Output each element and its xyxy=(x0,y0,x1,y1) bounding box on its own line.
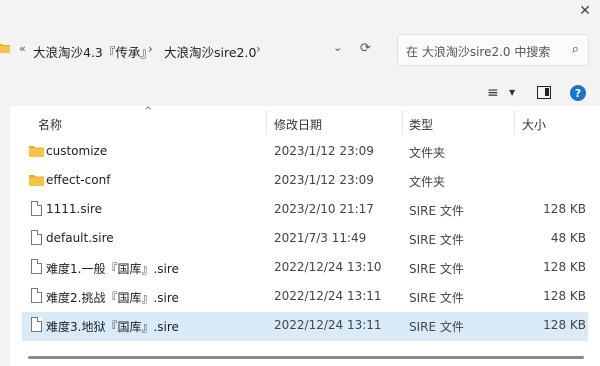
file-name: 难度3.地狱『国库』.sire xyxy=(46,320,179,334)
file-size: 128 KB xyxy=(543,318,586,332)
file-name: default.sire xyxy=(46,231,114,245)
column-header-name[interactable]: 名称 xyxy=(38,116,62,133)
file-size: 128 KB xyxy=(543,202,586,216)
address-dropdown-icon[interactable]: ⌄ xyxy=(333,41,342,54)
table-row[interactable]: 难度3.地狱『国库』.sire 2022/12/24 13:11 SIRE 文件 12… xyxy=(22,312,588,341)
file-modified-date: 2023/1/12 23:09 xyxy=(274,173,374,187)
file-size: 128 KB xyxy=(543,260,586,274)
breadcrumb-separator-icon[interactable]: › xyxy=(256,42,261,56)
help-icon[interactable]: ? xyxy=(570,85,586,101)
table-row[interactable]: effect-conf 2023/1/12 23:09 文件夹 xyxy=(22,167,588,196)
column-divider[interactable] xyxy=(514,110,515,134)
file-name: 1111.sire xyxy=(46,202,102,216)
table-row[interactable]: default.sire 2021/7/3 11:49 SIRE 文件 48 KB xyxy=(22,225,588,254)
file-size: 128 KB xyxy=(543,289,586,303)
file-type: SIRE 文件 xyxy=(409,291,464,305)
column-header-date[interactable]: 修改日期 xyxy=(274,116,322,133)
file-name: customize xyxy=(46,144,108,158)
breadcrumb-overflow-icon[interactable]: « xyxy=(19,42,26,55)
file-name: effect-conf xyxy=(46,173,111,187)
folder-icon xyxy=(29,175,44,186)
view-options-icon[interactable]: ≡ xyxy=(487,85,499,101)
file-modified-date: 2023/2/10 21:17 xyxy=(274,202,374,216)
file-name: 难度1.一般『国库』.sire xyxy=(46,262,179,276)
close-icon: ✕ xyxy=(579,3,591,19)
file-name: 难度2.挑战『国库』.sire xyxy=(46,291,179,305)
file-type: SIRE 文件 xyxy=(409,320,464,334)
file-icon xyxy=(31,259,42,274)
folder-icon xyxy=(0,44,10,53)
file-type: SIRE 文件 xyxy=(409,204,464,218)
table-row[interactable]: 难度2.挑战『国库』.sire 2022/12/24 13:11 SIRE 文件 12… xyxy=(22,283,588,312)
column-divider[interactable] xyxy=(266,110,267,134)
file-type: SIRE 文件 xyxy=(409,233,464,247)
breadcrumb-item-current[interactable]: 大浪淘沙sire2.0 xyxy=(164,42,256,61)
close-button[interactable]: ✕ xyxy=(570,0,600,22)
column-divider[interactable] xyxy=(402,110,403,134)
file-modified-date: 2021/7/3 11:49 xyxy=(274,231,367,245)
file-type: 文件夹 xyxy=(409,175,446,189)
breadcrumb-separator-icon[interactable]: › xyxy=(148,42,153,56)
breadcrumb-item-parent[interactable]: 大浪淘沙4.3『传承』 xyxy=(33,42,153,61)
file-modified-date: 2022/12/24 13:11 xyxy=(274,318,382,332)
file-icon xyxy=(31,230,42,245)
file-icon xyxy=(31,288,42,303)
sort-ascending-icon: ^ xyxy=(144,106,153,117)
search-icon[interactable]: ⌕ xyxy=(572,42,579,57)
column-header-type[interactable]: 类型 xyxy=(409,116,433,133)
search-placeholder: 在 大浪淘沙sire2.0 中搜索 xyxy=(406,45,551,59)
file-icon xyxy=(31,317,42,332)
horizontal-scrollbar[interactable] xyxy=(28,356,584,359)
file-type: 文件夹 xyxy=(409,146,446,160)
column-header-size[interactable]: 大小 xyxy=(522,116,546,133)
table-row[interactable]: 难度1.一般『国库』.sire 2022/12/24 13:10 SIRE 文件 12… xyxy=(22,254,588,283)
table-row[interactable]: 1111.sire 2023/2/10 21:17 SIRE 文件 128 KB xyxy=(22,196,588,225)
file-modified-date: 2022/12/24 13:11 xyxy=(274,289,382,303)
file-type: SIRE 文件 xyxy=(409,262,464,276)
refresh-icon[interactable]: ⟳ xyxy=(360,41,371,56)
details-pane-icon[interactable] xyxy=(537,86,551,99)
folder-icon xyxy=(29,146,44,157)
search-input[interactable]: 在 大浪淘沙sire2.0 中搜索 ⌕ xyxy=(397,34,589,66)
file-icon xyxy=(31,201,42,216)
table-row[interactable]: customize 2023/1/12 23:09 文件夹 xyxy=(22,138,588,167)
file-modified-date: 2022/12/24 13:10 xyxy=(274,260,382,274)
view-dropdown-icon[interactable]: ▼ xyxy=(509,88,515,97)
file-modified-date: 2023/1/12 23:09 xyxy=(274,144,374,158)
file-size: 48 KB xyxy=(550,231,586,245)
